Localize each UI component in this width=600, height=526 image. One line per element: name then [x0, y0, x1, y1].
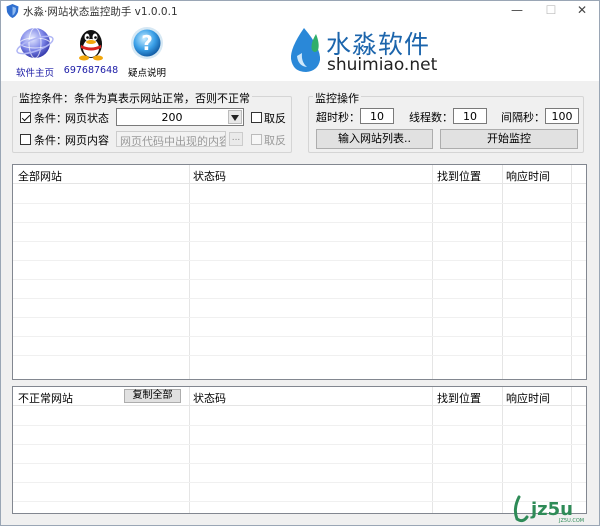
row-divider [13, 279, 586, 280]
row-divider [13, 317, 586, 318]
row-divider [13, 222, 586, 223]
row-divider [13, 260, 586, 261]
content-negate-label: 取反 [264, 134, 286, 147]
all-sites-header: 全部网站 状态码 找到位置 响应时间 [13, 165, 586, 184]
status-negate-checkbox[interactable] [251, 112, 262, 123]
title-bar: 水淼·网站状态监控助手 v1.0.0.1 — ☐ ✕ [1, 1, 599, 21]
monitor-ops-group: 监控操作 超时秒： 10 线程数： 10 间隔秒： 100 输入网站列表.. 开… [308, 90, 584, 153]
monitor-ops-legend: 监控操作 [313, 90, 361, 106]
row-divider [13, 298, 586, 299]
browse-button[interactable]: ... [229, 132, 243, 146]
column-divider [571, 165, 572, 379]
column-divider [502, 165, 503, 379]
status-code-select[interactable]: 200 [116, 108, 244, 126]
interval-label: 间隔秒： [501, 111, 545, 124]
condition-status-prefix: 条件： [34, 112, 67, 125]
row-divider [13, 355, 586, 356]
shield-app-icon [6, 4, 19, 18]
status-code-value: 200 [161, 111, 183, 124]
toolbar-home-label: 软件主页 [15, 68, 54, 79]
condition-content-label: 网页内容 [65, 134, 109, 147]
monitor-conditions-legend: 监控条件：条件为真表示网站正常，否则不正常 [17, 90, 252, 106]
col-status-code[interactable]: 状态码 [193, 390, 226, 406]
import-sites-button[interactable]: 输入网站列表.. [316, 129, 433, 149]
app-window: 水淼·网站状态监控助手 v1.0.0.1 — ☐ ✕ 软件主页 69768764… [0, 0, 600, 526]
condition-status-label: 网页状态 [65, 112, 109, 125]
toolbar: 软件主页 697687648 ? 疑点说明 水淼软件 shuimiao.net [1, 21, 599, 81]
col-abnormal-sites[interactable]: 不正常网站 [18, 390, 73, 406]
status-negate-label: 取反 [264, 112, 286, 125]
row-divider [13, 444, 586, 445]
svg-text:JZ5U.COM: JZ5U.COM [558, 518, 584, 523]
abnormal-sites-table[interactable]: 不正常网站 状态码 找到位置 响应时间 复制全部 [12, 386, 587, 514]
col-status-code[interactable]: 状态码 [193, 168, 226, 184]
col-found-position[interactable]: 找到位置 [437, 168, 481, 184]
row-divider [13, 482, 586, 483]
column-divider [189, 387, 190, 513]
timeout-input[interactable]: 10 [360, 108, 394, 124]
water-drop-logo-icon [290, 28, 321, 72]
interval-input[interactable]: 100 [545, 108, 579, 124]
timeout-label: 超时秒： [316, 111, 360, 124]
row-divider [13, 501, 586, 502]
help-icon: ? [131, 27, 163, 59]
condition-content-prefix: 条件： [34, 134, 67, 147]
qq-penguin-icon [79, 30, 103, 61]
toolbar-qq[interactable]: 697687648 [63, 24, 119, 79]
row-divider [13, 463, 586, 464]
col-response-time[interactable]: 响应时间 [506, 390, 550, 406]
column-divider [502, 387, 503, 513]
window-title: 水淼·网站状态监控助手 v1.0.0.1 [23, 6, 178, 18]
svg-text:jz5u: jz5u [530, 499, 573, 520]
start-monitor-button[interactable]: 开始监控 [440, 129, 578, 149]
threads-label: 线程数： [409, 111, 453, 124]
brand-logo: 水淼软件 shuimiao.net [288, 25, 438, 75]
content-negate-checkbox[interactable] [251, 134, 262, 145]
content-match-input[interactable]: 网页代码中出现的内容 [116, 131, 226, 147]
toolbar-help[interactable]: ? 疑点说明 [119, 24, 175, 79]
row-divider [13, 203, 586, 204]
col-found-position[interactable]: 找到位置 [437, 390, 481, 406]
toolbar-help-label: 疑点说明 [127, 68, 166, 79]
column-divider [189, 165, 190, 379]
column-divider [432, 165, 433, 379]
minimize-button[interactable]: — [500, 1, 534, 21]
globe-icon [16, 27, 54, 59]
threads-input[interactable]: 10 [453, 108, 487, 124]
column-divider [432, 387, 433, 513]
maximize-button[interactable]: ☐ [534, 1, 568, 21]
brand-name-en: shuimiao.net [327, 55, 438, 75]
row-divider [13, 241, 586, 242]
condition-status-checkbox[interactable] [20, 112, 31, 123]
svg-text:?: ? [141, 31, 153, 55]
row-divider [13, 425, 586, 426]
chevron-down-icon[interactable] [228, 110, 242, 124]
monitor-conditions-group: 监控条件：条件为真表示网站正常，否则不正常 条件： 网页状态 200 取反 条件… [12, 90, 292, 153]
row-divider [13, 336, 586, 337]
toolbar-qq-label: 697687648 [63, 65, 119, 76]
col-response-time[interactable]: 响应时间 [506, 168, 550, 184]
condition-content-checkbox[interactable] [20, 134, 31, 145]
jz5u-watermark-logo: jz5u JZ5U.COM [513, 495, 584, 523]
abnormal-sites-header: 不正常网站 状态码 找到位置 响应时间 [13, 387, 586, 406]
col-all-sites[interactable]: 全部网站 [18, 168, 62, 184]
close-button[interactable]: ✕ [565, 1, 599, 21]
toolbar-home[interactable]: 软件主页 [7, 24, 63, 79]
all-sites-table[interactable]: 全部网站 状态码 找到位置 响应时间 [12, 164, 587, 380]
copy-all-button[interactable]: 复制全部 [124, 389, 181, 403]
